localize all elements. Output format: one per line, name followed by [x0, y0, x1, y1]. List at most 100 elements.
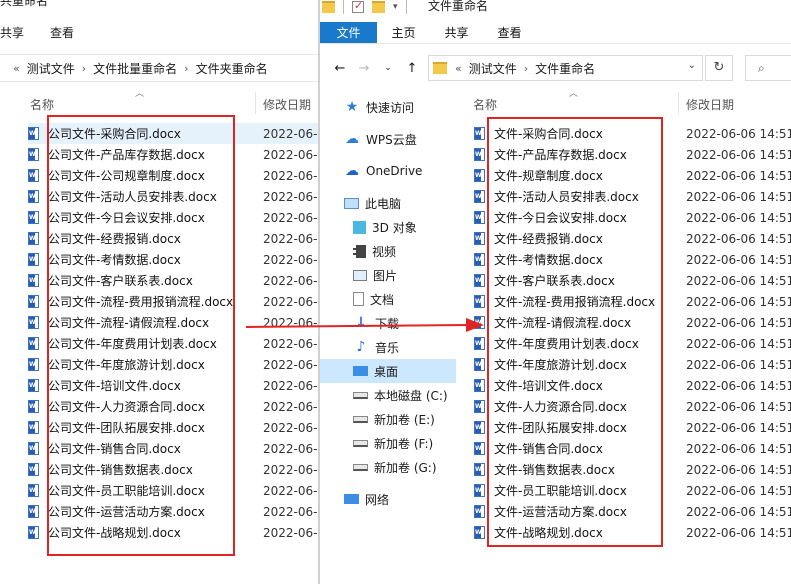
file-modified-date: 2022-06-06 14:51	[686, 525, 791, 540]
word-document-icon	[474, 253, 485, 266]
file-modified-date: 2022-06-0	[263, 420, 320, 435]
overflow-chevron-icon[interactable]: «	[455, 62, 462, 75]
column-header-name[interactable]: 名称	[30, 96, 54, 113]
up-arrow-icon[interactable]: ↑	[400, 61, 424, 76]
nav-videos[interactable]: 视频	[320, 239, 456, 263]
tab-share[interactable]: 共享	[430, 22, 483, 43]
nav-label: 新加卷 (G:)	[374, 460, 437, 475]
annotation-highlight-box	[487, 117, 663, 547]
navigation-bar: ← → ⌄ ↑ « 测试文件 › 文件重命名 ⌄ ↻ ⌕	[320, 52, 791, 84]
file-modified-date: 2022-06-0	[263, 294, 320, 309]
nav-pictures[interactable]: 图片	[320, 263, 456, 287]
word-document-icon	[474, 295, 485, 308]
breadcrumb-item[interactable]: 文件夹重命名	[196, 60, 268, 77]
window-title: 文件重命名	[428, 0, 489, 13]
download-icon: ↓	[355, 315, 367, 331]
breadcrumb-item[interactable]: 文件批量重命名	[93, 60, 177, 77]
customize-quick-access-icon[interactable]: ▾	[393, 2, 398, 12]
column-header-date[interactable]: 修改日期	[263, 96, 311, 113]
tab-file[interactable]: 文件	[320, 22, 377, 43]
properties-icon[interactable]	[352, 0, 364, 13]
file-modified-date: 2022-06-0	[263, 525, 320, 540]
file-modified-date: 2022-06-0	[263, 336, 320, 351]
nav-label: 音乐	[375, 340, 400, 355]
search-input[interactable]: ⌕	[745, 55, 791, 81]
file-modified-date: 2022-06-0	[263, 189, 320, 204]
file-modified-date: 2022-06-0	[263, 231, 320, 246]
refresh-icon[interactable]: ↻	[705, 55, 733, 81]
word-document-icon	[474, 127, 485, 140]
drive-icon	[353, 439, 368, 447]
nav-drive-f[interactable]: 新加卷 (F:)	[320, 431, 456, 455]
drive-icon	[353, 463, 368, 471]
tab-view[interactable]: 查看	[483, 22, 536, 43]
nav-network[interactable]: 网络	[320, 487, 456, 511]
word-document-icon	[28, 169, 39, 182]
title-bar: ▾ 文件重命名	[320, 0, 791, 20]
chevron-right-icon[interactable]: ›	[82, 62, 86, 75]
chevron-right-icon[interactable]: ›	[184, 62, 188, 75]
word-document-icon	[28, 421, 39, 434]
breadcrumb-item[interactable]: 测试文件	[27, 60, 75, 77]
file-modified-date: 2022-06-06 14:51	[686, 147, 791, 162]
cube-icon	[353, 220, 366, 234]
cloud-icon: ☁	[345, 131, 359, 147]
file-modified-date: 2022-06-06 14:51	[686, 189, 791, 204]
nav-quick-access[interactable]: ★ 快速访问	[320, 95, 456, 119]
file-modified-date: 2022-06-0	[263, 210, 320, 225]
chevron-down-icon[interactable]: ⌄	[688, 60, 696, 71]
sort-ascending-icon: ︿	[135, 89, 145, 99]
file-modified-date: 2022-06-06 14:51	[686, 399, 791, 414]
file-modified-date: 2022-06-0	[263, 441, 320, 456]
column-header-date[interactable]: 修改日期	[686, 96, 734, 113]
chevron-right-icon[interactable]: ›	[524, 62, 528, 75]
nav-drive-e[interactable]: 新加卷 (E:)	[320, 407, 456, 431]
nav-music[interactable]: ♪ 音乐	[320, 335, 456, 359]
word-document-icon	[28, 316, 39, 329]
word-document-icon	[474, 463, 485, 476]
column-divider[interactable]	[678, 92, 679, 114]
word-document-icon	[28, 484, 39, 497]
file-modified-date: 2022-06-0	[263, 399, 320, 414]
nav-3d-objects[interactable]: 3D 对象	[320, 215, 456, 239]
nav-this-pc[interactable]: 此电脑	[320, 191, 456, 215]
menu-view[interactable]: 查看	[34, 22, 84, 44]
nav-drive-g[interactable]: 新加卷 (G:)	[320, 455, 456, 479]
nav-documents[interactable]: 文档	[320, 287, 456, 311]
file-modified-date: 2022-06-0	[263, 147, 320, 162]
nav-drive-c[interactable]: 本地磁盘 (C:)	[320, 383, 456, 407]
nav-label: WPS云盘	[366, 132, 417, 147]
word-document-icon	[28, 127, 39, 140]
forward-arrow-icon[interactable]: →	[352, 61, 376, 76]
breadcrumb-item[interactable]: 文件重命名	[535, 60, 595, 77]
video-icon	[353, 244, 366, 258]
address-bar[interactable]: « 测试文件 › 文件重命名 ⌄	[428, 55, 703, 81]
tab-home[interactable]: 主页	[377, 22, 430, 43]
folder-icon	[433, 62, 447, 74]
file-modified-date: 2022-06-06 14:51	[686, 294, 791, 309]
word-document-icon	[474, 232, 485, 245]
nav-label: 图片	[373, 268, 398, 283]
back-arrow-icon[interactable]: ←	[328, 61, 352, 76]
nav-downloads[interactable]: ↓ 下载	[320, 311, 456, 335]
new-folder-icon[interactable]	[372, 1, 385, 13]
word-document-icon	[28, 379, 39, 392]
nav-desktop[interactable]: 桌面	[320, 359, 456, 383]
nav-label: 此电脑	[365, 196, 402, 211]
network-icon	[344, 494, 359, 504]
word-document-icon	[474, 274, 485, 287]
file-modified-date: 2022-06-06 14:51	[686, 315, 791, 330]
nav-label: 视频	[372, 244, 397, 259]
recent-locations-chevron-icon[interactable]: ⌄	[376, 63, 400, 73]
word-document-icon	[28, 526, 39, 539]
nav-wps-cloud[interactable]: ☁ WPS云盘	[320, 127, 456, 151]
address-bar[interactable]: « 测试文件 › 文件批量重命名 › 文件夹重命名	[0, 54, 320, 82]
star-icon: ★	[345, 99, 359, 115]
column-header-name[interactable]: 名称	[473, 96, 497, 113]
overflow-chevron-icon[interactable]: «	[13, 62, 20, 75]
column-divider[interactable]	[255, 92, 256, 114]
breadcrumb-item[interactable]: 测试文件	[469, 60, 517, 77]
nav-onedrive[interactable]: ☁ OneDrive	[320, 159, 456, 183]
picture-icon	[353, 269, 367, 281]
menu-share[interactable]: 共享	[0, 22, 34, 44]
